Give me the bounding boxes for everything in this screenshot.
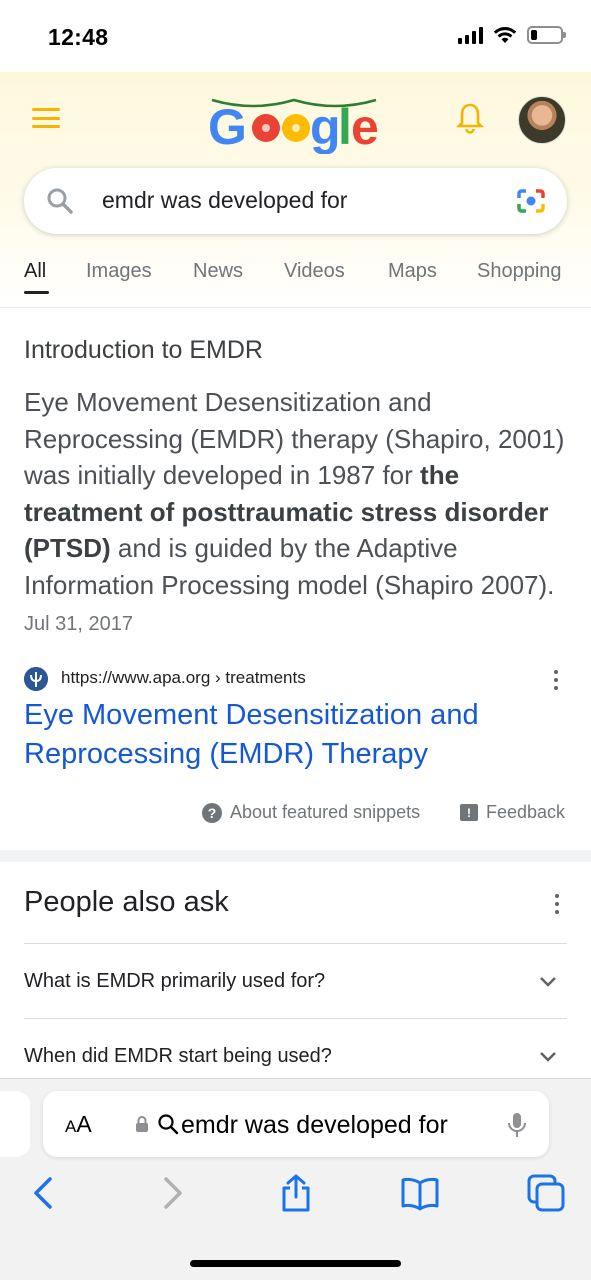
battery-icon (527, 26, 566, 44)
reader-aa-button[interactable]: AA (65, 1111, 92, 1138)
aa-small: A (65, 1117, 77, 1136)
svg-text:G: G (208, 99, 247, 154)
svg-text:l: l (338, 99, 352, 154)
search-input[interactable]: emdr was developed for (102, 187, 347, 214)
chevron-down-icon (540, 1052, 556, 1062)
tab-maps[interactable]: Maps (388, 260, 437, 283)
paa-question-row[interactable]: What is EMDR primarily used for? (24, 943, 567, 1018)
apa-favicon-icon (24, 667, 48, 691)
google-doodle-logo[interactable]: G g l e (208, 90, 380, 154)
snippet-title: Introduction to EMDR (24, 336, 263, 364)
snippet-date: Jul 31, 2017 (24, 613, 133, 635)
about-featured-snippets[interactable]: ? About featured snippets (202, 802, 420, 823)
user-avatar[interactable] (518, 96, 566, 144)
notifications-bell-icon[interactable] (456, 102, 484, 134)
previous-tab-preview[interactable] (0, 1091, 30, 1157)
feedback-icon: ! (460, 804, 478, 821)
bookmarks-icon[interactable] (400, 1173, 440, 1213)
result-title-link[interactable]: Eye Movement Desensitization and Reproce… (24, 696, 544, 774)
back-arrow-icon[interactable] (24, 1173, 64, 1213)
help-circle-icon: ? (202, 802, 222, 823)
snippet-text-start: Eye Movement Desensitization and Reproce… (24, 387, 565, 490)
tab-videos[interactable]: Videos (284, 260, 345, 283)
tab-shopping[interactable]: Shopping (477, 260, 562, 283)
search-icon (47, 188, 73, 214)
result-source[interactable]: https://www.apa.org › treatments (24, 666, 567, 692)
lock-icon (136, 1116, 148, 1132)
paa-more-options-icon[interactable] (554, 894, 560, 914)
tab-news[interactable]: News (193, 260, 243, 283)
home-indicator[interactable] (190, 1260, 401, 1267)
address-text[interactable]: emdr was developed for (181, 1111, 448, 1140)
search-tabs: All Images News Videos Maps Shopping (0, 250, 591, 308)
result-url[interactable]: https://www.apa.org › treatments (61, 668, 306, 688)
about-snippets-label: About featured snippets (230, 802, 421, 822)
safari-toolbar: AA emdr was developed for (0, 1078, 591, 1280)
feedback-label: Feedback (486, 802, 566, 822)
svg-text:g: g (310, 99, 341, 154)
paa-question-text: What is EMDR primarily used for? (24, 970, 326, 992)
section-divider (0, 850, 591, 862)
address-bar[interactable]: AA emdr was developed for (43, 1091, 549, 1157)
snippet-text: Eye Movement Desensitization and Reproce… (24, 384, 572, 643)
status-time: 12:48 (48, 24, 109, 50)
microphone-icon[interactable] (507, 1111, 527, 1139)
wifi-icon (493, 27, 517, 43)
chevron-down-icon (540, 977, 556, 987)
search-box[interactable]: emdr was developed for (24, 168, 567, 234)
forward-arrow-icon[interactable] (152, 1173, 192, 1213)
status-icons (458, 26, 566, 44)
result-more-options-icon[interactable] (553, 670, 559, 690)
svg-text:e: e (351, 99, 379, 154)
paa-question-text: When did EMDR start being used? (24, 1045, 332, 1067)
aa-big: A (76, 1111, 92, 1137)
status-bar: 12:48 (0, 0, 591, 72)
people-also-ask-title: People also ask (24, 886, 229, 918)
search-icon (158, 1114, 179, 1135)
share-icon[interactable] (276, 1173, 316, 1213)
active-tab-indicator (24, 291, 49, 294)
tab-images[interactable]: Images (86, 260, 152, 283)
cellular-signal-icon (458, 26, 483, 44)
google-lens-icon[interactable] (515, 186, 547, 216)
tabs-icon[interactable] (526, 1173, 566, 1213)
feedback-link[interactable]: ! Feedback (460, 802, 565, 823)
tab-all[interactable]: All (24, 260, 46, 283)
hamburger-menu-icon[interactable] (32, 108, 60, 128)
